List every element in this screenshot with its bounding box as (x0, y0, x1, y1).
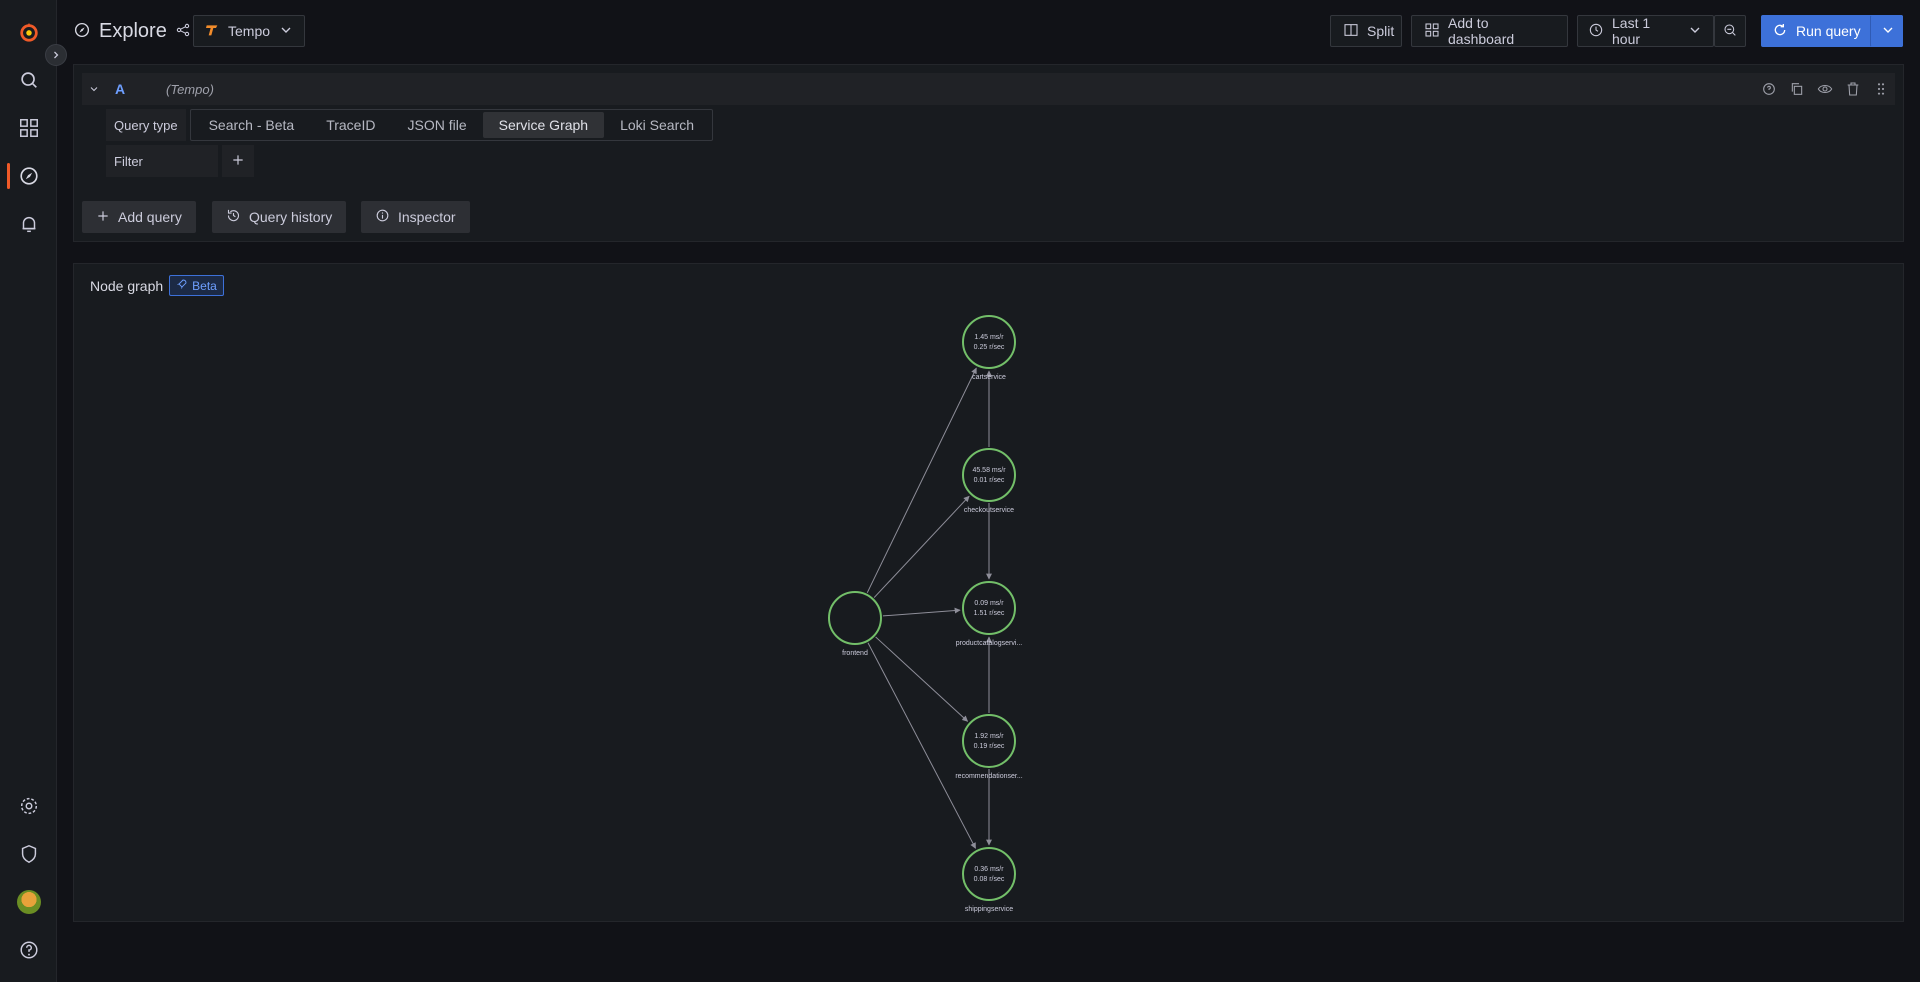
query-type-option[interactable]: Loki Search (604, 112, 710, 138)
top-bar: Explore Tempo Split Add to dashboard Las… (57, 0, 1920, 64)
query-type-radio-group: Search - Beta TraceID JSON file Service Gra… (189, 109, 714, 141)
query-editor-section: A (Tempo) Query type Search - Beta TraceI… (73, 64, 1904, 242)
split-button[interactable]: Split (1330, 15, 1402, 47)
node-graph-panel: Node graph Beta 1.45 ms/r 0.25 r/sec carts… (73, 263, 1904, 922)
plus-icon (231, 153, 245, 170)
drag-handle-icon[interactable] (1873, 81, 1889, 100)
inspector-label: Inspector (398, 209, 456, 225)
side-menu (0, 0, 67, 982)
query-type-option[interactable]: Search - Beta (193, 112, 311, 138)
add-filter-button[interactable] (222, 145, 254, 177)
share-icon[interactable] (175, 22, 191, 41)
node-stat-response-time: 1.92 ms/r (974, 733, 1004, 740)
node-label: recommendationser... (955, 773, 1022, 780)
node-label: shippingservice (965, 906, 1013, 913)
gear-icon[interactable] (0, 786, 57, 826)
run-query-label: Run query (1796, 23, 1861, 39)
dashboards-icon[interactable] (0, 108, 57, 148)
node-stat-response-time: 0.36 ms/r (974, 866, 1004, 873)
node-stat-rate: 0.19 r/sec (974, 743, 1005, 750)
node-label: checkoutservice (964, 507, 1014, 514)
query-type-option[interactable]: TraceID (310, 112, 391, 138)
copy-icon[interactable] (1789, 81, 1805, 100)
node-stat-rate: 1.51 r/sec (974, 610, 1005, 617)
graph-node[interactable]: frontend (828, 591, 882, 657)
graph-node[interactable]: 0.36 ms/r 0.08 r/sec shippingservice (962, 847, 1016, 913)
query-history-button[interactable]: Query history (212, 201, 347, 233)
search-icon[interactable] (0, 60, 57, 100)
node-circle[interactable] (962, 714, 1016, 768)
datasource-name: Tempo (228, 23, 271, 39)
inspector-button[interactable]: Inspector (361, 201, 470, 233)
query-type-option[interactable]: JSON file (391, 112, 482, 138)
help-icon[interactable] (1761, 81, 1777, 100)
filter-row: Filter (106, 145, 254, 177)
explore-icon[interactable] (0, 156, 57, 196)
node-stat-response-time: 45.58 ms/r (972, 467, 1006, 474)
node-stat-rate: 0.01 r/sec (974, 477, 1005, 484)
history-icon (226, 208, 241, 226)
node-stat-rate: 0.08 r/sec (974, 876, 1005, 883)
graph-edge[interactable] (867, 642, 976, 849)
split-icon (1343, 22, 1359, 41)
bell-icon[interactable] (0, 204, 57, 244)
graph-edge[interactable] (882, 607, 961, 617)
time-range-label: Last 1 hour (1612, 15, 1651, 47)
node-graph-canvas[interactable]: 1.45 ms/r 0.25 r/sec cartservice 45.58 ms/r… (74, 264, 1903, 921)
shield-icon[interactable] (0, 834, 57, 874)
node-stat-response-time: 0.09 ms/r (974, 600, 1004, 607)
query-row-header: A (Tempo) (82, 73, 1895, 105)
query-datasource-label: (Tempo) (166, 82, 214, 97)
graph-nodes: 1.45 ms/r 0.25 r/sec cartservice 45.58 ms/r… (828, 315, 1023, 913)
node-circle[interactable] (962, 847, 1016, 901)
page-title: Explore (99, 20, 167, 42)
eye-icon[interactable] (1817, 81, 1833, 100)
zoom-out-icon (1722, 22, 1738, 41)
add-query-button[interactable]: Add query (82, 201, 196, 233)
node-label: cartservice (972, 374, 1006, 381)
apps-icon (1424, 22, 1440, 41)
chevron-down-icon (1687, 22, 1703, 41)
node-circle[interactable] (962, 315, 1016, 369)
tempo-logo-icon (204, 22, 220, 41)
avatar (16, 890, 41, 914)
node-label: frontend (842, 650, 868, 657)
node-circle[interactable] (828, 591, 882, 645)
node-circle[interactable] (962, 581, 1016, 635)
graph-edge[interactable] (866, 367, 977, 594)
query-type-label: Query type (106, 109, 186, 141)
split-label: Split (1367, 23, 1395, 39)
query-history-label: Query history (249, 209, 333, 225)
user-avatar[interactable] (0, 882, 57, 922)
page-header: Explore (73, 20, 191, 43)
plus-icon (96, 209, 110, 226)
query-ref-id[interactable]: A (115, 81, 125, 97)
trash-icon[interactable] (1845, 81, 1861, 100)
graph-edge[interactable] (873, 495, 970, 598)
chevron-down-icon (1880, 22, 1896, 41)
filter-label: Filter (106, 145, 218, 177)
zoom-out-button[interactable] (1714, 15, 1746, 47)
node-stat-rate: 0.25 r/sec (974, 344, 1005, 351)
query-type-row: Query type Search - Beta TraceID JSON file… (106, 109, 714, 141)
time-picker-button[interactable]: Last 1 hour (1577, 15, 1714, 47)
chevron-down-icon (278, 22, 294, 41)
graph-edge[interactable] (875, 636, 969, 722)
refresh-icon (1772, 22, 1788, 41)
add-to-dashboard-button[interactable]: Add to dashboard (1411, 15, 1568, 47)
collapse-chevron-icon[interactable] (88, 82, 100, 98)
datasource-picker[interactable]: Tempo (193, 15, 305, 47)
node-circle[interactable] (962, 448, 1016, 502)
clock-icon (1588, 22, 1604, 41)
add-to-dashboard-label: Add to dashboard (1448, 15, 1515, 47)
query-row-actions (1761, 81, 1889, 100)
explore-title-icon (73, 21, 91, 42)
help-icon[interactable] (0, 930, 57, 970)
node-stat-response-time: 1.45 ms/r (974, 334, 1004, 341)
run-query-dropdown[interactable] (1870, 15, 1903, 47)
add-query-label: Add query (118, 209, 182, 225)
info-icon (375, 208, 390, 226)
node-label: productcatalogservi... (956, 640, 1023, 647)
query-type-option[interactable]: Service Graph (482, 112, 605, 138)
